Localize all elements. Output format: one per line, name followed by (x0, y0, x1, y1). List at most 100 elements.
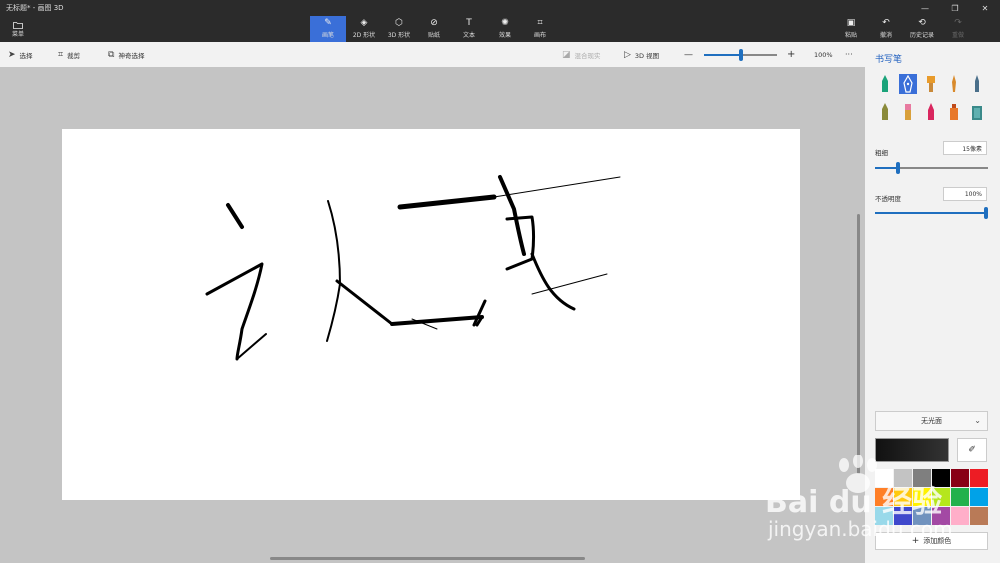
magic-select-icon: ⧉ (108, 49, 115, 60)
title-bar: 无标题* - 画图 3D — ❐ ✕ (0, 0, 1000, 16)
tool-label: 2D 形状 (352, 32, 376, 39)
add-color-button[interactable]: + 添加颜色 (875, 532, 988, 550)
thickness-slider-thumb[interactable] (895, 162, 900, 174)
tool-effects[interactable]: ✺ 效果 (487, 16, 523, 42)
tool-label: 画笔 (321, 32, 334, 39)
current-color-swatch[interactable] (875, 438, 949, 462)
fill-bucket-icon (972, 106, 982, 120)
tool-label: 历史记录 (909, 32, 934, 39)
watercolor-icon (952, 75, 956, 92)
window-controls: — ❐ ✕ (910, 0, 1000, 16)
zoom-out-button[interactable]: — (684, 42, 693, 67)
pixel-pen-brush[interactable] (968, 74, 986, 94)
crop-button[interactable]: ⌗ 裁剪 (58, 42, 80, 67)
watercolor-brush[interactable] (945, 74, 963, 94)
zoom-slider-thumb[interactable] (738, 49, 743, 61)
opacity-slider-thumb[interactable] (984, 207, 988, 219)
tool-canvas[interactable]: ⌗ 画布 (522, 16, 558, 42)
marker-icon (882, 75, 888, 92)
pencil-icon (882, 103, 888, 120)
panel-title: 书写笔 (875, 55, 903, 65)
view-3d-icon: ▷ (624, 49, 631, 60)
workspace (0, 67, 865, 563)
fill-bucket-brush[interactable] (968, 102, 986, 122)
calligraphy-pen-brush[interactable] (899, 74, 917, 94)
opacity-slider[interactable] (875, 206, 988, 220)
tool-stickers[interactable]: ⊘ 贴纸 (416, 16, 452, 42)
thickness-slider-fill (875, 167, 898, 169)
oil-brush-icon (927, 76, 935, 92)
chevron-down-icon: ⌄ (974, 416, 981, 425)
color-swatch[interactable] (913, 488, 931, 506)
color-swatch[interactable] (951, 488, 969, 506)
undo-button[interactable]: ↶ 撤消 (868, 16, 904, 42)
color-palette (875, 469, 988, 525)
color-swatch[interactable] (970, 469, 988, 487)
thickness-input[interactable]: 15像素 (943, 141, 987, 155)
select-button[interactable]: ➤ 选择 (8, 42, 33, 67)
redo-icon: ↷ (954, 18, 962, 28)
vertical-scrollbar[interactable] (857, 214, 860, 474)
tool-brushes[interactable]: ✎ 画笔 (310, 16, 346, 42)
paste-button[interactable]: ▣ 粘贴 (833, 16, 869, 42)
shapes-2d-icon: ◈ (360, 18, 368, 28)
color-swatch[interactable] (913, 507, 931, 525)
color-swatch[interactable] (970, 507, 988, 525)
view-3d-label: 3D 视图 (634, 51, 660, 60)
pixel-pen-icon (975, 75, 979, 92)
marker-brush[interactable] (876, 74, 894, 94)
color-swatch[interactable] (875, 488, 893, 506)
tool-3d-shapes[interactable]: ⬡ 3D 形状 (381, 16, 417, 42)
more-button[interactable]: ··· (845, 42, 853, 67)
finish-dropdown[interactable]: 无光面 ⌄ (875, 411, 988, 431)
color-swatch[interactable] (894, 507, 912, 525)
menu-label: 菜单 (11, 30, 24, 38)
drawing-canvas[interactable] (62, 129, 800, 500)
history-button[interactable]: ⟲ 历史记录 (904, 16, 940, 42)
mixed-reality-button[interactable]: ◪ 混合现实 (562, 42, 601, 67)
thickness-slider[interactable] (875, 161, 988, 175)
brush-panel: 书写笔 粗细 15像素 不透明度 100% 无光面 ⌄ ✐ + 添加颜色 (865, 42, 1000, 563)
zoom-in-button[interactable]: + (787, 42, 795, 67)
color-swatch[interactable] (951, 507, 969, 525)
redo-button[interactable]: ↷ 重做 (940, 16, 976, 42)
color-swatch[interactable] (875, 507, 893, 525)
color-swatch[interactable] (875, 469, 893, 487)
tool-text[interactable]: T 文本 (451, 16, 487, 42)
spray-can-icon (950, 104, 958, 120)
tool-2d-shapes[interactable]: ◈ 2D 形状 (346, 16, 382, 42)
text-icon: T (466, 18, 472, 28)
oil-brush[interactable] (922, 74, 940, 94)
opacity-input[interactable]: 100% (943, 187, 987, 201)
spray-can-brush[interactable] (945, 102, 963, 122)
close-button[interactable]: ✕ (970, 0, 1000, 16)
magic-select-button[interactable]: ⧉ 神奇选择 (108, 42, 144, 67)
canvas-icon: ⌗ (537, 18, 543, 28)
crayon-brush[interactable] (922, 102, 940, 122)
pencil-brush[interactable] (876, 102, 894, 122)
color-swatch[interactable] (951, 469, 969, 487)
color-swatch[interactable] (913, 469, 931, 487)
color-swatch[interactable] (970, 488, 988, 506)
mixed-reality-icon: ◪ (562, 49, 571, 60)
color-swatch[interactable] (894, 488, 912, 506)
color-swatch[interactable] (932, 469, 950, 487)
zoom-slider[interactable] (704, 42, 777, 67)
effects-icon: ✺ (501, 18, 509, 28)
horizontal-scrollbar[interactable] (270, 557, 585, 560)
color-swatch[interactable] (932, 507, 950, 525)
brush-icon: ✎ (324, 18, 332, 28)
eraser-brush[interactable] (899, 102, 917, 122)
zoom-level: 100% (814, 50, 833, 59)
menu-button[interactable]: 菜单 (4, 18, 32, 40)
toolbar: ➤ 选择 ⌗ 裁剪 ⧉ 神奇选择 ◪ 混合现实 ▷ 3D 视图 — + 100%… (0, 42, 865, 67)
minimize-button[interactable]: — (910, 0, 940, 16)
color-swatch[interactable] (894, 469, 912, 487)
add-color-label: 添加颜色 (923, 537, 952, 545)
tool-label: 文本 (462, 32, 475, 39)
view-3d-button[interactable]: ▷ 3D 视图 (624, 42, 659, 67)
restore-button[interactable]: ❐ (940, 0, 970, 16)
eyedropper-button[interactable]: ✐ (957, 438, 987, 462)
color-swatch[interactable] (932, 488, 950, 506)
cube-icon: ⬡ (395, 18, 403, 28)
